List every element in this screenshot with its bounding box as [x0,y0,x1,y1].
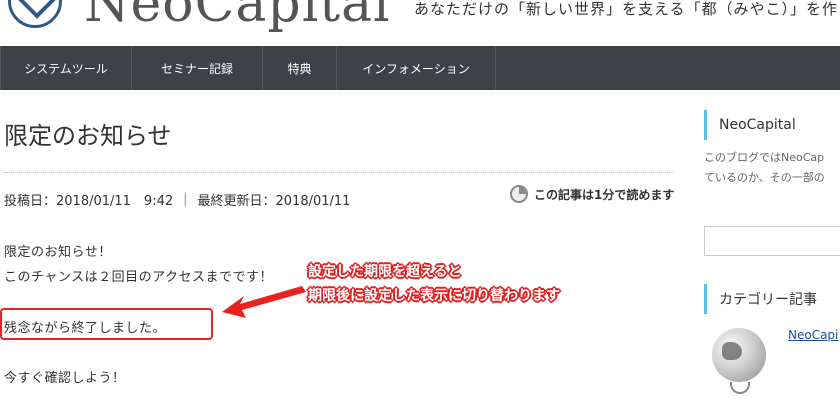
read-time: この記事は1分で読めます [510,185,674,203]
site-header: NeoCapital あなただけの「新しい世界」を支える「都（みやこ）」を作 [0,0,840,46]
nav-item-bonus[interactable]: 特典 [262,46,336,90]
body-line-4: 今すぐ確認しよう！ [4,371,126,386]
highlight-box [0,308,213,340]
main-nav: システムツール セミナー記録 特典 インフォメーション [0,46,840,90]
nav-item-system-tools[interactable]: システムツール [0,46,131,90]
sidebar-intro-text-1: このブログではNeoCap [704,151,825,164]
sidebar: NeoCapital このブログではNeoCap ているのか、その一部の カテゴ… [700,90,840,401]
read-time-label: この記事は1分で読めます [534,187,675,202]
annotation-callout: 設定した期限を超えると 期限後に設定した表示に切り替わります [308,260,560,308]
site-logo-text[interactable]: NeoCapital [84,0,391,34]
category-post-link[interactable]: NeoCapi [788,328,838,342]
sidebar-widget-title-category: カテゴリー記事 [704,284,840,314]
sidebar-widget-title-neocapital: NeoCapital [704,110,840,140]
globe-stand [730,382,750,394]
posted-date: 投稿日：2018/01/11 9:42 [4,194,174,209]
article-main: 限定のお知らせ 投稿日：2018/01/11 9:42 | 最終更新日：2018… [0,90,680,401]
sidebar-search-input[interactable] [704,226,840,256]
title-divider [4,172,674,173]
annotation-line-1: 設定した期限を超えると [308,264,462,280]
category-thumbnail[interactable] [708,324,770,396]
updated-date: 最終更新日：2018/01/11 [197,194,351,209]
body-line-1: 限定のお知らせ！ [4,245,112,260]
page-title: 限定のお知らせ [4,122,172,150]
meta-separator: | [183,192,188,207]
sidebar-intro-text-2: ているのか、その一部の [704,171,825,184]
clock-icon [510,185,528,203]
nav-item-seminar-records[interactable]: セミナー記録 [131,46,262,90]
nav-item-information[interactable]: インフォメーション [336,46,496,90]
site-tagline: あなただけの「新しい世界」を支える「都（みやこ）」を作 [414,0,839,18]
post-meta: 投稿日：2018/01/11 9:42 | 最終更新日：2018/01/11 [4,190,350,209]
annotation-line-2: 期限後に設定した表示に切り替わります [308,288,560,304]
logo-emblem-icon[interactable] [8,0,62,28]
annotation-arrow-icon [222,286,306,318]
globe-icon [712,328,766,382]
